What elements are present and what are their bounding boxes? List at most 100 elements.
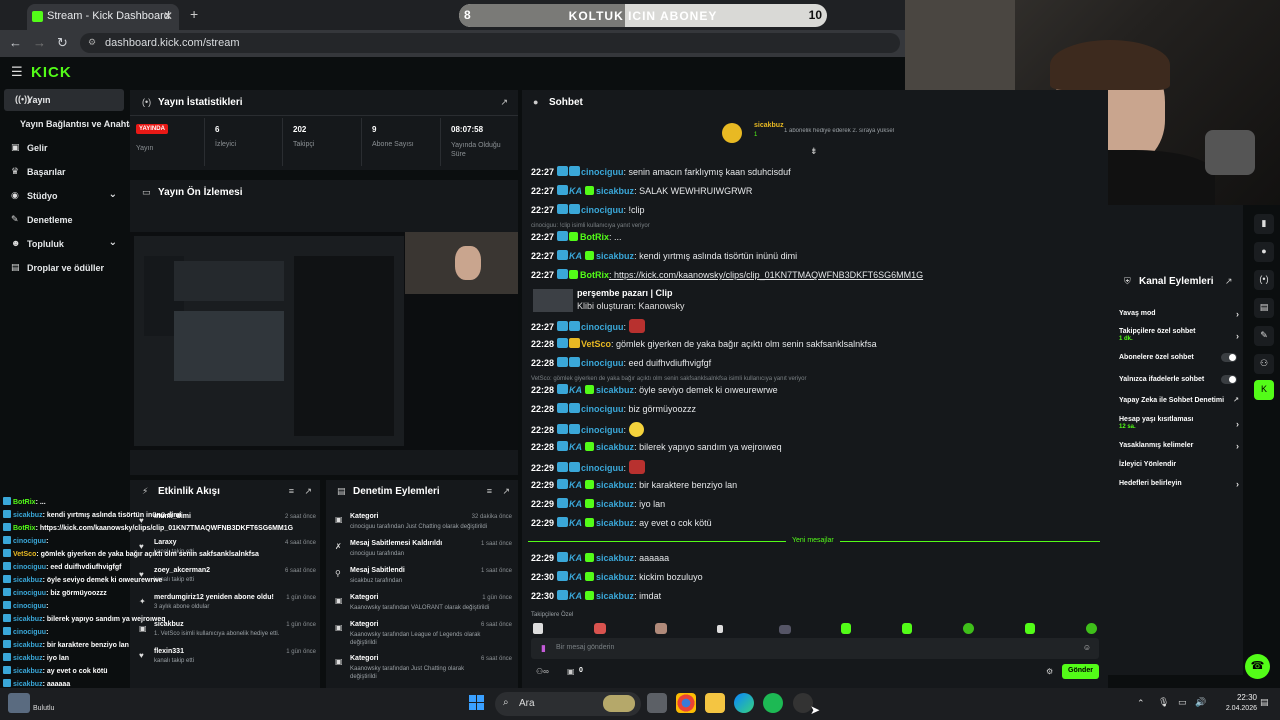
menu-icon[interactable]: ☰ xyxy=(11,64,23,80)
toggle-switch xyxy=(1221,353,1237,362)
followers-only-option[interactable]: Takipçilere özel sohbet 1 dk. › xyxy=(1119,328,1239,342)
emote-icon[interactable] xyxy=(902,623,912,634)
raid-option[interactable]: İzleyici Yönlendir xyxy=(1119,461,1239,468)
emote-icon[interactable] xyxy=(655,623,667,634)
browser-tab[interactable]: Stream - Kick Dashboard ✕ xyxy=(27,4,179,30)
kick-logo[interactable]: KICK xyxy=(31,64,72,81)
clip-thumbnail[interactable] xyxy=(533,289,573,312)
sidebar-item-studio[interactable]: ◉ Stüdyo ⌄ xyxy=(0,185,125,207)
send-button[interactable]: Gönder xyxy=(1062,664,1099,679)
popout-icon[interactable]: ↗ xyxy=(1225,276,1233,287)
badge-icon xyxy=(3,497,11,505)
popout-icon[interactable]: ↗ xyxy=(304,486,312,497)
tray-chevron-icon[interactable]: ⌃ xyxy=(1137,698,1145,709)
rail-users-icon[interactable]: ⚇ xyxy=(1254,354,1274,374)
chat-input-field[interactable]: ▮ Bir mesaj gönderin ☺ xyxy=(531,638,1099,659)
emotes-only-toggle[interactable]: Yalnızca ifadelerle sohbet xyxy=(1119,375,1239,384)
emote-icon[interactable] xyxy=(717,625,723,633)
forward-icon[interactable]: → xyxy=(33,35,46,50)
emote-icon[interactable] xyxy=(1086,623,1097,634)
new-tab-icon[interactable]: + xyxy=(190,6,198,22)
edge-icon[interactable] xyxy=(734,693,754,713)
subscribers-only-toggle[interactable]: Abonelere özel sohbet xyxy=(1119,353,1239,362)
sidebar-item-revenue[interactable]: ▣ Gelir xyxy=(0,137,125,159)
ai-moderation-option[interactable]: Yapay Zeka ile Sohbet Denetimi ↗ xyxy=(1119,397,1239,404)
spotify-icon[interactable] xyxy=(763,693,783,713)
reply-context: cinociguu: !clip isimli kullanıcıya yanı… xyxy=(531,223,650,229)
gift-icon[interactable]: ▣ xyxy=(567,667,575,676)
category-icon: ▣ xyxy=(335,596,343,605)
rail-kick-icon[interactable]: K xyxy=(1254,380,1274,400)
support-chat-icon[interactable]: ☎ xyxy=(1245,654,1270,679)
clock-date[interactable]: 2.04.2026 xyxy=(1212,705,1257,712)
clock-time[interactable]: 22:30 xyxy=(1225,693,1257,702)
document-icon: ▤ xyxy=(337,486,346,496)
clip-title[interactable]: perşembe pazarı | Clip xyxy=(577,288,673,298)
close-tab-icon[interactable]: ✕ xyxy=(163,9,173,23)
overlay-chat-text: : aaaaaa xyxy=(42,681,71,688)
chevron-right-icon: › xyxy=(1236,331,1239,341)
taskbar-search-field[interactable]: ⌕ Ara xyxy=(495,692,641,716)
stat-label-uptime: Yayında Olduğu Süre xyxy=(451,142,501,158)
preview-video[interactable] xyxy=(130,232,518,450)
rail-list-icon[interactable]: ▤ xyxy=(1254,298,1274,318)
filter-icon[interactable]: ≡ xyxy=(289,486,294,496)
overlay-chat-text: : https://kick.com/kaanowsky/clips/clip_… xyxy=(35,525,294,532)
emote-icon[interactable] xyxy=(963,623,974,634)
chatters-icon[interactable]: ⚇∞ xyxy=(536,667,549,676)
stream-stats-panel: (•) Yayın İstatistikleri ↗ YAYINDA Yayın… xyxy=(130,90,518,170)
chrome-icon[interactable] xyxy=(676,693,696,713)
task-view-icon[interactable] xyxy=(647,693,667,713)
stat-label-subscribers: Abone Sayısı xyxy=(372,141,414,148)
rail-stats-icon[interactable]: ▮ xyxy=(1254,214,1274,234)
emoji-icon[interactable]: ☺ xyxy=(1083,643,1091,652)
wrench-icon: ✎ xyxy=(11,214,19,224)
sidebar-item-moderation[interactable]: ✎ Denetleme xyxy=(0,209,125,231)
emote-icon[interactable] xyxy=(1025,623,1035,634)
url-field[interactable]: ⚙ dashboard.kick.com/stream xyxy=(80,33,900,53)
popout-icon[interactable]: ↗ xyxy=(502,486,510,497)
emote-icon[interactable] xyxy=(779,625,791,634)
pin-down-icon[interactable]: ⇟ xyxy=(810,146,818,157)
chat-message: 22:30 KA sicakbuz: imdat xyxy=(531,590,662,601)
sidebar-item-drops[interactable]: ▤ Droplar ve ödüller xyxy=(0,257,125,279)
site-info-icon[interactable]: ⚙ xyxy=(88,37,96,48)
goals-option[interactable]: Hedefleri belirleyin › xyxy=(1119,479,1239,489)
sidebar-item-achievements[interactable]: ♛ Başarılar xyxy=(0,161,125,183)
weather-icon[interactable] xyxy=(8,693,30,713)
sidebar-item-stream[interactable]: ((•)) Yayın xyxy=(4,89,124,111)
emote-icon[interactable] xyxy=(841,623,851,634)
rail-chat-icon[interactable]: ● xyxy=(1254,242,1274,262)
url-text: dashboard.kick.com/stream xyxy=(105,37,240,49)
sidebar-item-community[interactable]: ☻ Topluluk ⌄ xyxy=(0,233,125,255)
settings-gear-icon[interactable]: ⚙ xyxy=(1046,667,1053,676)
slow-mode-option[interactable]: Yavaş mod › xyxy=(1119,309,1239,319)
overlay-chat-text: : gömlek giyerken de yaka bağır açıktı o… xyxy=(36,551,259,558)
top-gifter-name[interactable]: sicakbuz xyxy=(754,122,784,129)
clip-author: Klibi oluşturan: Kaanowsky xyxy=(577,301,685,311)
network-icon[interactable]: ▭ xyxy=(1178,697,1187,708)
start-button[interactable] xyxy=(467,693,487,713)
chat-message: 22:28 cinociguu: xyxy=(531,422,644,439)
popout-icon[interactable]: ↗ xyxy=(500,97,508,108)
chevron-right-icon: › xyxy=(1236,309,1239,319)
overlay-chat-line: sicakbuz: öyle seviyo demek ki oıweurewr… xyxy=(3,575,162,588)
back-icon[interactable]: ← xyxy=(9,35,22,50)
overlay-chat-text: : kendi yırtmış aslında tisörtün inünü d… xyxy=(42,512,182,519)
emote-icon[interactable] xyxy=(533,623,543,634)
rail-wrench-icon[interactable]: ✎ xyxy=(1254,326,1274,346)
emote-icon[interactable] xyxy=(594,623,606,634)
banned-words-option[interactable]: Yasaklanmış kelimeler › xyxy=(1119,441,1239,451)
divider xyxy=(361,118,362,166)
chat-message: 22:27 cinociguu: !clip xyxy=(531,204,645,215)
rail-broadcast-icon[interactable]: (•) xyxy=(1254,270,1274,290)
notification-icon[interactable]: ▤ xyxy=(1260,697,1269,708)
account-age-option[interactable]: Hesap yaşı kısıtlaması 12 sa. › xyxy=(1119,416,1239,430)
filter-icon[interactable]: ≡ xyxy=(487,486,492,496)
sidebar-item-stream-key[interactable]: Yayın Bağlantısı ve Anahtarı xyxy=(0,113,140,135)
file-explorer-icon[interactable] xyxy=(705,693,725,713)
chat-message: 22:29 KA sicakbuz: aaaaaa xyxy=(531,552,670,563)
volume-icon[interactable]: 🔊 xyxy=(1195,697,1206,708)
reload-icon[interactable]: ↻ xyxy=(57,35,68,51)
microphone-icon[interactable]: 🎙 xyxy=(1158,697,1169,708)
